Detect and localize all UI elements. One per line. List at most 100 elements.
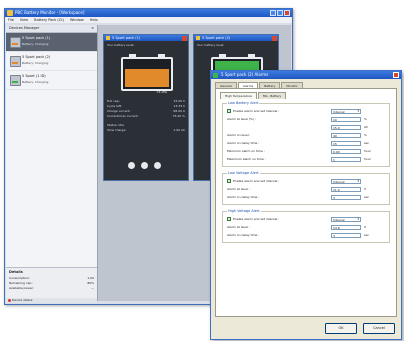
setting-label: Alarm at level (%) :	[227, 117, 256, 121]
group-title: Low Voltage Alert	[227, 171, 260, 175]
stat-row: Slow charge: 1.00 Ah	[107, 128, 185, 133]
minimize-button[interactable]	[270, 10, 276, 16]
detail-value: —	[91, 286, 94, 290]
subtab-high-temperature[interactable]: High Temperature	[220, 92, 257, 99]
setting-unit: sec	[364, 195, 370, 199]
battery-card[interactable]: 5 Sport pack (1) Your battery level: 75.…	[103, 34, 189, 181]
menu-battery-pack[interactable]: Battery Pack (Ct)	[34, 17, 64, 23]
setting-label: Alarm on delay time :	[227, 233, 260, 237]
card-title: 5 Sport pack (1)	[112, 36, 141, 40]
card-app-icon	[106, 36, 110, 40]
setting-unit: hour	[364, 157, 371, 161]
battery-fill	[125, 68, 169, 87]
setting-unit: sec	[364, 233, 370, 237]
title-bar: PBC Battery Monitor - [Workspace]	[5, 9, 292, 17]
setting-label: Alarm on level :	[227, 133, 251, 137]
card-close-button[interactable]	[272, 35, 277, 41]
subtab-min-battery[interactable]: Min. Battery	[257, 92, 287, 99]
detail-label: Available power:	[9, 286, 34, 290]
device-name: 5 Sport pack (2)	[22, 55, 51, 59]
status-dot-icon	[8, 299, 11, 302]
card-title-bar: 5 Sport pack (2)	[194, 35, 278, 41]
ok-button[interactable]: OK	[325, 323, 357, 334]
stat-value: 75.00 %	[172, 114, 185, 118]
setting-row: Alarm at level (%) : 10%	[227, 116, 385, 122]
setting-input[interactable]: 40	[331, 132, 361, 138]
setting-row: Enable alarm and set interval : Interval	[227, 108, 385, 114]
setting-input[interactable]: 1	[331, 156, 361, 162]
setting-row: Alarm on delay time : 3 sec	[227, 194, 385, 200]
stat-label: Slow charge:	[107, 128, 127, 132]
setting-input[interactable]: 3	[331, 194, 361, 200]
setting-label: Minimum alarm on time :	[227, 149, 265, 153]
dialog-title-bar: 5 Sport pack (2) Alarms	[211, 71, 401, 79]
setting-input[interactable]: 3	[331, 232, 361, 238]
setting-unit: V	[364, 187, 367, 191]
setting-row: Maximum alarm on time : 1 hour	[227, 156, 385, 162]
card-title-bar: 5 Sport pack (1)	[104, 35, 188, 41]
setting-unit: Ah	[364, 125, 368, 129]
interval-select[interactable]: Interval	[331, 108, 361, 114]
menu-file[interactable]: File	[8, 17, 14, 23]
alarm-group: Low Battery Alert Enable alarm and set in…	[222, 101, 390, 167]
cancel-button[interactable]: Cancel	[363, 323, 395, 334]
setting-input[interactable]: 10	[331, 116, 361, 122]
setting-input[interactable]: 14.8	[331, 224, 361, 230]
chart-icon[interactable]	[154, 162, 161, 169]
setting-input[interactable]: 11.0	[331, 186, 361, 192]
setting-input[interactable]: 0.00	[331, 148, 361, 154]
setting-unit: V	[364, 225, 367, 229]
interval-select[interactable]: Interval	[331, 216, 361, 222]
card-title: 5 Sport pack (2)	[202, 36, 231, 40]
details-panel: Details Consumption: 1.00 Remaining cap.:…	[6, 267, 97, 302]
dialog-close-button[interactable]	[393, 72, 399, 78]
devices-panel-title: Devices Manager	[9, 26, 40, 30]
enable-alarm-checkbox[interactable]	[227, 217, 231, 221]
menu-help[interactable]: Help	[90, 17, 98, 23]
menu-window[interactable]: Window	[70, 17, 84, 23]
close-button[interactable]	[284, 10, 290, 16]
settings-icon[interactable]	[141, 162, 148, 169]
battery-gauge	[121, 54, 173, 91]
device-item[interactable]: 5 Sport pack (2) Battery: Charging	[6, 52, 97, 71]
device-item[interactable]: 5 Sport (1 ID) Battery: Charging	[6, 71, 97, 90]
alarms-pane: High Temperature Min. Battery Low Batter…	[215, 88, 397, 317]
setting-unit: sec	[364, 141, 370, 145]
interval-select[interactable]: Interval	[331, 178, 361, 184]
setting-row: Alarm on delay time : 15 sec	[227, 140, 385, 146]
dialog-icon	[213, 72, 218, 78]
setting-input[interactable]: 15	[331, 140, 361, 146]
battery-icon	[10, 37, 21, 48]
setting-label: Alarm at level :	[227, 187, 250, 191]
battery-icon	[10, 75, 21, 86]
setting-row: 15.0 Ah	[227, 124, 385, 130]
status-bar: Device status	[6, 298, 97, 303]
card-heading: Your battery level:	[197, 43, 225, 47]
setting-label: Enable alarm and set interval :	[233, 109, 280, 113]
card-close-button[interactable]	[182, 35, 187, 41]
app-icon	[7, 10, 13, 16]
card-app-icon	[196, 36, 200, 40]
setting-label: Maximum alarm on time :	[227, 157, 266, 161]
setting-row: Alarm on delay time : 3 sec	[227, 232, 385, 238]
enable-alarm-checkbox[interactable]	[227, 179, 231, 183]
battery-icon	[10, 56, 21, 67]
detail-row: Available power: —	[6, 286, 97, 291]
setting-label: Enable alarm and set interval :	[233, 179, 280, 183]
device-name: 5 Sport (1 ID)	[22, 74, 46, 78]
enable-alarm-checkbox[interactable]	[227, 109, 231, 113]
device-item[interactable]: 5 Sport pack (1) Battery: Charging	[6, 33, 97, 52]
maximize-button[interactable]	[277, 10, 283, 16]
stat-label: Current/max current:	[107, 114, 139, 118]
alarm-group: High Voltage Alert Enable alarm and set i…	[222, 209, 390, 243]
info-icon[interactable]	[128, 162, 135, 169]
battery-percent: 75.0%	[156, 90, 168, 94]
setting-label: Alarm on delay time :	[227, 195, 260, 199]
close-panel-icon[interactable]: ×	[91, 25, 94, 32]
setting-input[interactable]: 15.0	[331, 124, 361, 130]
setting-unit: %	[364, 117, 367, 121]
setting-row: Minimum alarm on time : 0.00 hour	[227, 148, 385, 154]
menu-bar: File View Battery Pack (Ct) Window Help	[5, 17, 292, 23]
setting-unit: %	[364, 133, 367, 137]
menu-view[interactable]: View	[20, 17, 28, 23]
